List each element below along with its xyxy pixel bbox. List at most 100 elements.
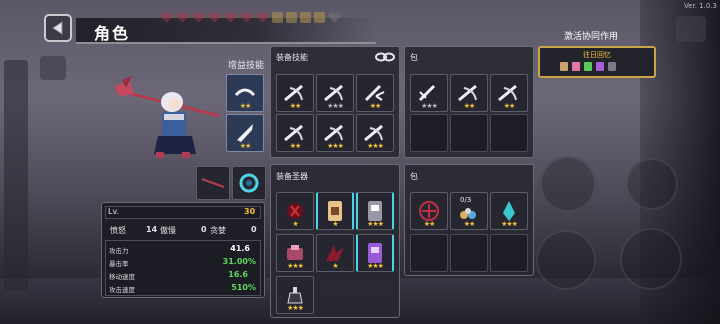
stat-value: 16.6 bbox=[228, 270, 248, 279]
heart-icon bbox=[160, 12, 173, 23]
greed-value: 0 bbox=[251, 225, 257, 234]
equip-skill-slot[interactable]: ★★ bbox=[356, 74, 394, 112]
relic-slot[interactable]: ★ bbox=[316, 192, 354, 230]
red-rune-icon bbox=[287, 203, 303, 219]
heart-icon bbox=[256, 12, 269, 23]
star-rating: ★★★ bbox=[287, 262, 304, 270]
buff-skill-slot[interactable]: ★★ bbox=[226, 74, 264, 112]
empty-bag-slot[interactable] bbox=[490, 114, 528, 152]
synergy-member-icon bbox=[596, 62, 604, 71]
pink-chest-icon bbox=[287, 245, 303, 260]
back-arrow-icon bbox=[52, 21, 63, 35]
star-rating: ★★ bbox=[369, 102, 382, 110]
empty-bag-slot[interactable] bbox=[490, 234, 528, 272]
stat-name: 攻击速度 bbox=[109, 286, 135, 294]
bag-relic-slot[interactable]: ★★★ bbox=[490, 192, 528, 230]
synergy-member-icon bbox=[584, 62, 592, 71]
bag-relic-slot[interactable]: 0/3 ★★ bbox=[450, 192, 488, 230]
stat-name: 攻击力 bbox=[109, 247, 129, 255]
star-rating: ★★★ bbox=[367, 142, 384, 150]
shield-icon bbox=[272, 12, 283, 23]
star-rating: ★★★ bbox=[367, 220, 384, 228]
empty-bag-slot[interactable] bbox=[450, 114, 488, 152]
synergy-member-icon bbox=[560, 62, 568, 71]
heart-icon bbox=[240, 12, 253, 23]
buff-skill-slot[interactable]: ★★ bbox=[226, 114, 264, 152]
stat-value: 510% bbox=[231, 283, 256, 292]
bag-skill-slot[interactable]: ★★ bbox=[450, 74, 488, 112]
sword-dash-icon bbox=[418, 84, 436, 102]
star-rating: ★★★ bbox=[421, 102, 438, 110]
sword-slash-icon bbox=[364, 124, 383, 142]
character-sprite bbox=[112, 72, 222, 160]
star-rating: ★★ bbox=[289, 102, 302, 110]
sword-slash-icon bbox=[284, 84, 303, 102]
relic-counter: 0/3 bbox=[460, 196, 472, 204]
relic-slot[interactable]: ★★★ bbox=[356, 192, 394, 230]
cyan-swirl-icon bbox=[239, 173, 259, 193]
shield-icon bbox=[300, 12, 311, 23]
star-rating: ★★ bbox=[239, 102, 252, 110]
page-title: 角色 bbox=[94, 24, 131, 43]
bag-relics-title: 包 bbox=[410, 172, 418, 181]
equip-skill-slot[interactable]: ★★★ bbox=[316, 114, 354, 152]
bag-relic-slot[interactable]: ★★ bbox=[410, 192, 448, 230]
synergy-icons bbox=[560, 62, 616, 71]
buff-skills-label: 增益技能 bbox=[228, 61, 265, 71]
spear-icon bbox=[201, 178, 225, 188]
sword-slash-icon bbox=[324, 124, 343, 142]
bag-skills-title: 包 bbox=[410, 53, 418, 62]
equip-skill-slot[interactable]: ★★★ bbox=[316, 74, 354, 112]
heart-icon bbox=[224, 12, 237, 23]
equip-skill-slot[interactable]: ★★ bbox=[276, 114, 314, 152]
weapon-slot[interactable] bbox=[196, 166, 230, 200]
relic-slot[interactable]: ★★★ bbox=[276, 276, 314, 314]
potion-icon bbox=[287, 287, 303, 304]
relic-slot[interactable]: ★ bbox=[276, 192, 314, 230]
relic-slot[interactable]: ★★★ bbox=[276, 234, 314, 272]
sword-burst-icon bbox=[364, 84, 385, 102]
bag-skill-slot[interactable]: ★★ bbox=[490, 74, 528, 112]
shield-icon bbox=[314, 12, 325, 23]
boomerang-icon bbox=[234, 88, 256, 97]
star-rating: ★★★ bbox=[367, 262, 384, 270]
star-rating: ★★ bbox=[503, 102, 516, 110]
synergy-name: 往日回忆 bbox=[583, 51, 611, 59]
accessory-slot[interactable] bbox=[232, 166, 266, 200]
synergy-member-icon bbox=[572, 62, 580, 71]
equip-skill-slot[interactable]: ★★★ bbox=[356, 114, 394, 152]
bg-circle-2 bbox=[626, 158, 678, 210]
equip-skills-title: 装备技能 bbox=[276, 53, 308, 62]
back-button[interactable] bbox=[44, 14, 72, 42]
synergy-label: 激活协同作用 bbox=[564, 32, 619, 42]
empty-bag-slot[interactable] bbox=[410, 114, 448, 152]
heart-icon bbox=[192, 12, 205, 23]
stat-name: 暴击率 bbox=[109, 260, 129, 268]
pillar-left bbox=[4, 60, 28, 290]
star-rating: ★★ bbox=[239, 142, 252, 150]
relic-slot[interactable]: ★★★ bbox=[356, 234, 394, 272]
empty-bag-slot[interactable] bbox=[410, 234, 448, 272]
sword-up-icon bbox=[237, 124, 253, 142]
star-rating: ★★ bbox=[289, 142, 302, 150]
link-icon[interactable] bbox=[374, 51, 396, 63]
heart-icon bbox=[176, 12, 189, 23]
health-hearts bbox=[160, 12, 341, 23]
anger-value: 14 bbox=[146, 225, 158, 234]
star-rating: ★★★ bbox=[501, 220, 518, 228]
equip-skill-slot[interactable]: ★★ bbox=[276, 74, 314, 112]
bag-skill-slot[interactable]: ★★★ bbox=[410, 74, 448, 112]
stat-value: 41.6 bbox=[230, 244, 250, 253]
star-rating: ★ bbox=[332, 262, 338, 270]
star-rating: ★★★ bbox=[327, 142, 344, 150]
stat-name: 移动速度 bbox=[109, 273, 135, 281]
pride-value: 0 bbox=[201, 225, 207, 234]
heart-icon bbox=[208, 12, 221, 23]
relic-slot[interactable]: ★ bbox=[316, 234, 354, 272]
star-rating: ★★ bbox=[463, 102, 476, 110]
star-rating: ★ bbox=[292, 220, 298, 228]
star-rating: ★★ bbox=[423, 220, 436, 228]
empty-bag-slot[interactable] bbox=[450, 234, 488, 272]
level-value: 30 bbox=[244, 207, 256, 216]
heart-icon bbox=[328, 12, 341, 23]
